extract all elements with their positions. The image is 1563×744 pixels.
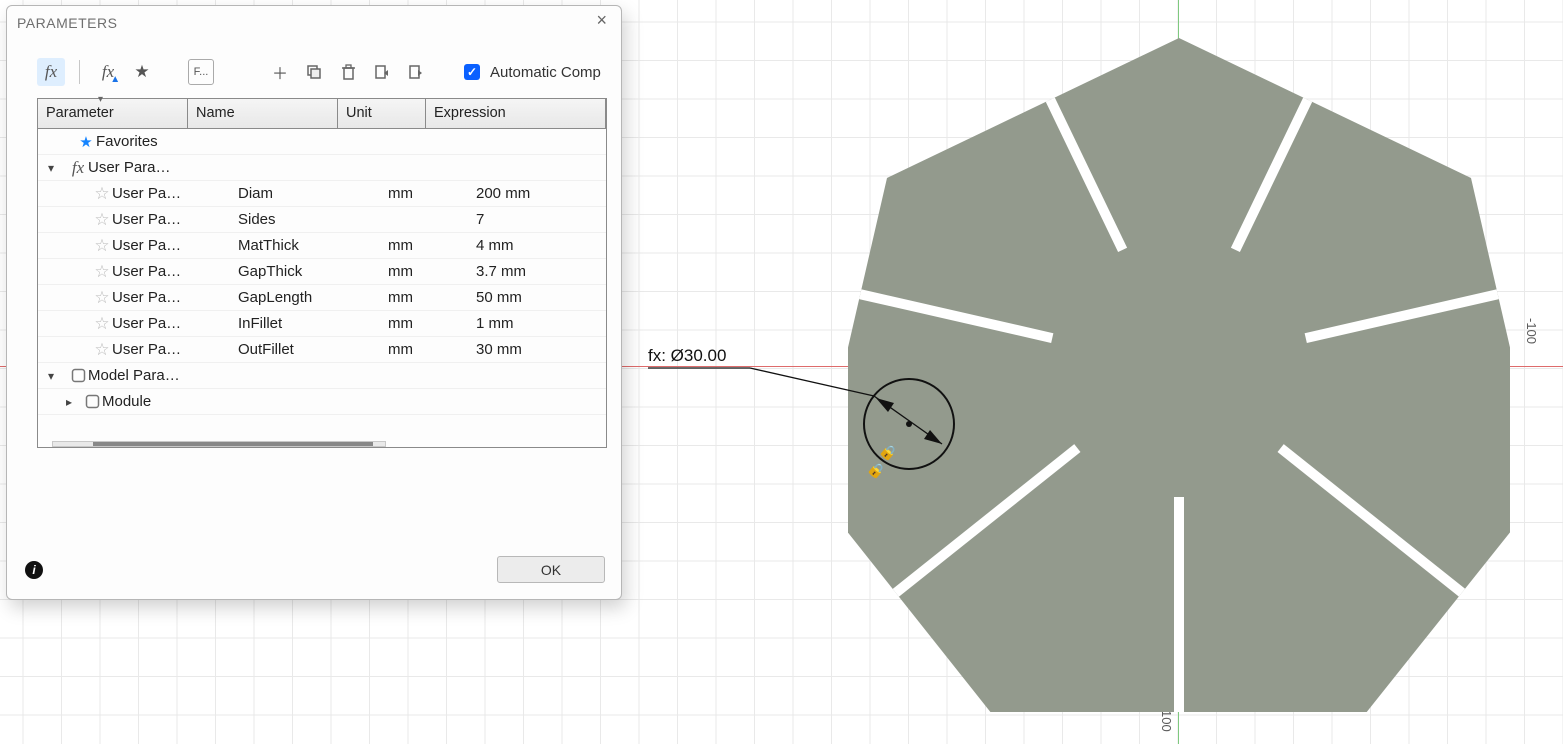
fx-icon: fx <box>68 158 88 178</box>
parameter-row[interactable]: ☆User Pa…InFilletmm1 mm <box>38 311 606 337</box>
sort-indicator-icon: ▾ <box>98 94 103 105</box>
horizontal-scrollbar[interactable] <box>52 441 386 447</box>
parameters-dialog: PARAMETERS × fx fx▲ ★ F... ＋ Automatic C… <box>6 5 622 600</box>
fx-user-icon[interactable]: fx▲ <box>94 58 122 86</box>
dimension-label[interactable]: fx: Ø30.00 <box>648 346 726 366</box>
parameter-row[interactable]: ☆User Pa…MatThickmm4 mm <box>38 233 606 259</box>
parameter-row[interactable]: ☆User Pa…Diammm200 mm <box>38 181 606 207</box>
cell-parameter: User Pa… <box>112 263 238 280</box>
add-parameter-icon[interactable]: ＋ <box>266 58 294 86</box>
info-icon[interactable]: i <box>25 561 43 579</box>
cell-name[interactable]: InFillet <box>238 315 388 332</box>
separator <box>79 60 80 84</box>
star-outline-icon[interactable]: ☆ <box>92 236 112 256</box>
dialog-toolbar: fx fx▲ ★ F... ＋ Automatic Comp <box>7 36 621 94</box>
component-icon <box>82 394 102 409</box>
group-user-parameters[interactable]: ▾ fx User Para… <box>38 155 606 181</box>
cell-name[interactable]: Sides <box>238 211 388 228</box>
close-button[interactable]: × <box>591 10 613 32</box>
group-model-parameters[interactable]: ▾ Model Para… <box>38 363 606 389</box>
ok-button[interactable]: OK <box>497 556 605 583</box>
dialog-titlebar[interactable]: PARAMETERS × <box>7 6 621 36</box>
cell-name[interactable]: Diam <box>238 185 388 202</box>
parameter-row[interactable]: ☆User Pa…Sides 7 <box>38 207 606 233</box>
parameter-row[interactable]: ☆User Pa…OutFilletmm30 mm <box>38 337 606 363</box>
cell-parameter: User Pa… <box>112 315 238 332</box>
cell-unit[interactable]: mm <box>388 341 476 358</box>
group-module[interactable]: ▸ Module <box>38 389 606 415</box>
cell-parameter: User Pa… <box>112 211 238 228</box>
column-header-parameter[interactable]: ▾ Parameter <box>38 99 188 129</box>
star-outline-icon[interactable]: ☆ <box>92 340 112 360</box>
cell-parameter: User Pa… <box>112 289 238 306</box>
auto-compute-checkbox[interactable] <box>464 64 480 80</box>
star-outline-icon[interactable]: ☆ <box>92 210 112 230</box>
component-icon <box>68 368 88 383</box>
cell-unit[interactable]: mm <box>388 315 476 332</box>
delete-icon[interactable] <box>334 58 362 86</box>
export-icon[interactable] <box>402 58 430 86</box>
cell-unit[interactable]: mm <box>388 263 476 280</box>
cell-name[interactable]: GapThick <box>238 263 388 280</box>
cell-expression[interactable]: 3.7 mm <box>476 263 606 280</box>
filter-button[interactable]: F... <box>188 59 214 85</box>
column-header-unit[interactable]: Unit <box>338 99 426 129</box>
import-icon[interactable] <box>368 58 396 86</box>
cell-expression[interactable]: 50 mm <box>476 289 606 306</box>
cell-parameter: User Pa… <box>112 185 238 202</box>
cell-expression[interactable]: 30 mm <box>476 341 606 358</box>
cell-parameter: User Pa… <box>112 237 238 254</box>
cell-unit[interactable] <box>388 211 476 228</box>
cell-name[interactable]: MatThick <box>238 237 388 254</box>
dialog-title: PARAMETERS <box>17 15 117 31</box>
favorites-filter-icon[interactable]: ★ <box>128 58 156 86</box>
cell-name[interactable]: OutFillet <box>238 341 388 358</box>
cell-unit[interactable]: mm <box>388 289 476 306</box>
parameters-tree[interactable]: ▾ ★ Favorites ▾ fx User Para… ☆User Pa…D… <box>37 129 607 448</box>
cell-parameter: User Pa… <box>112 341 238 358</box>
cell-expression[interactable]: 4 mm <box>476 237 606 254</box>
group-favorites[interactable]: ▾ ★ Favorites <box>38 129 606 155</box>
fx-all-icon[interactable]: fx <box>37 58 65 86</box>
parameter-row[interactable]: ☆User Pa…GapThickmm3.7 mm <box>38 259 606 285</box>
cell-unit[interactable]: mm <box>388 185 476 202</box>
star-outline-icon[interactable]: ☆ <box>92 184 112 204</box>
parameters-table-header: ▾ Parameter Name Unit Expression <box>37 98 607 129</box>
tick-label: -100 <box>1524 318 1539 344</box>
cell-expression[interactable]: 1 mm <box>476 315 606 332</box>
cell-expression[interactable]: 7 <box>476 211 606 228</box>
tick-label: 100 <box>1159 710 1174 732</box>
column-header-expression[interactable]: Expression <box>426 99 606 129</box>
cell-expression[interactable]: 200 mm <box>476 185 606 202</box>
star-outline-icon[interactable]: ☆ <box>92 314 112 334</box>
column-header-name[interactable]: Name <box>188 99 338 129</box>
copy-icon[interactable] <box>300 58 328 86</box>
cell-name[interactable]: GapLength <box>238 289 388 306</box>
chevron-down-icon[interactable]: ▾ <box>44 161 58 175</box>
parameter-row[interactable]: ☆User Pa…GapLengthmm50 mm <box>38 285 606 311</box>
star-icon: ★ <box>76 133 96 151</box>
star-outline-icon[interactable]: ☆ <box>92 288 112 308</box>
cell-unit[interactable]: mm <box>388 237 476 254</box>
chevron-right-icon[interactable]: ▸ <box>62 395 76 409</box>
auto-compute-label: Automatic Comp <box>490 64 601 81</box>
chevron-down-icon[interactable]: ▾ <box>44 369 58 383</box>
star-outline-icon[interactable]: ☆ <box>92 262 112 282</box>
